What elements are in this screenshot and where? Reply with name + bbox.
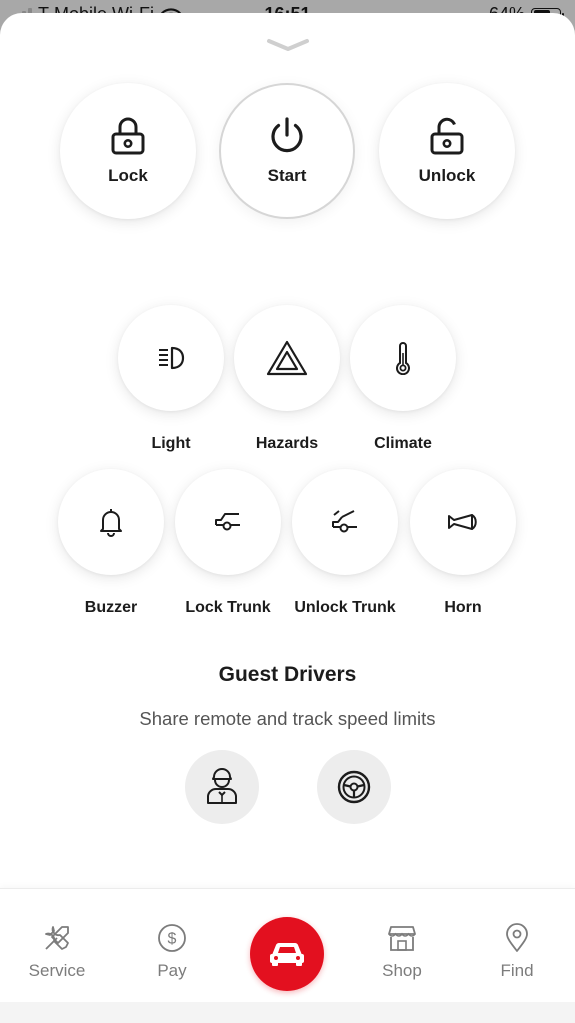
store-icon xyxy=(388,926,416,951)
lock-button[interactable]: Lock xyxy=(60,83,196,219)
lock-label: Lock xyxy=(108,166,148,185)
headlight-icon xyxy=(159,346,185,370)
hazards-button[interactable] xyxy=(234,305,340,411)
unlock-trunk-button[interactable] xyxy=(292,469,398,575)
guest-drivers-title: Guest Drivers xyxy=(218,663,357,686)
tab-shop-label: Shop xyxy=(382,961,422,980)
lock-trunk-button[interactable] xyxy=(175,469,281,575)
remote-sheet: Lock Start Unlock Light Hazards Climate … xyxy=(0,13,575,1023)
home-indicator-area xyxy=(0,1002,575,1023)
valet-icon xyxy=(207,768,237,804)
trunk-lock-icon xyxy=(215,513,240,531)
hazards-label: Hazards xyxy=(255,435,319,452)
start-label: Start xyxy=(267,166,307,185)
tab-find-label: Find xyxy=(500,961,534,980)
tab-find[interactable]: Find xyxy=(462,889,572,981)
tab-service-label: Service xyxy=(28,961,86,980)
trunk-unlock-icon xyxy=(332,510,357,533)
guest-drivers-subtitle: Share remote and track speed limits xyxy=(139,708,436,729)
light-label: Light xyxy=(151,435,191,452)
unlock-button[interactable]: Unlock xyxy=(379,83,515,219)
tab-service[interactable]: Service xyxy=(2,889,112,981)
tab-bar: Service $ Pay Shop Find xyxy=(0,888,575,1002)
tab-pay-label: Pay xyxy=(157,961,187,980)
location-pin-icon xyxy=(506,923,528,952)
unlock-label: Unlock xyxy=(418,166,476,185)
steering-wheel-icon xyxy=(337,770,371,804)
unlock-trunk-label: Unlock Trunk xyxy=(294,599,396,616)
lock-icon xyxy=(111,117,145,155)
hazard-icon xyxy=(266,340,308,376)
horn-button[interactable] xyxy=(410,469,516,575)
tab-pay[interactable]: $ Pay xyxy=(117,889,227,981)
guest-valet-button[interactable] xyxy=(185,750,259,824)
tools-icon xyxy=(45,926,69,950)
horn-label: Horn xyxy=(444,599,482,616)
unlock-icon xyxy=(430,117,464,155)
tab-shop[interactable]: Shop xyxy=(347,889,457,981)
dollar-icon: $ xyxy=(158,924,186,952)
tab-remote-car[interactable] xyxy=(250,917,324,991)
climate-label: Climate xyxy=(374,435,432,452)
buzzer-label: Buzzer xyxy=(84,599,138,616)
chevron-down-icon[interactable] xyxy=(265,37,311,53)
svg-text:$: $ xyxy=(168,931,177,948)
power-icon xyxy=(271,117,303,153)
climate-button[interactable] xyxy=(350,305,456,411)
car-icon xyxy=(270,943,304,966)
lock-trunk-label: Lock Trunk xyxy=(185,599,271,616)
guest-steering-button[interactable] xyxy=(317,750,391,824)
thermometer-icon xyxy=(396,342,410,375)
horn-icon xyxy=(448,514,477,530)
buzzer-button[interactable] xyxy=(58,469,164,575)
bell-icon xyxy=(100,509,122,537)
light-button[interactable] xyxy=(118,305,224,411)
start-button[interactable]: Start xyxy=(219,83,355,219)
